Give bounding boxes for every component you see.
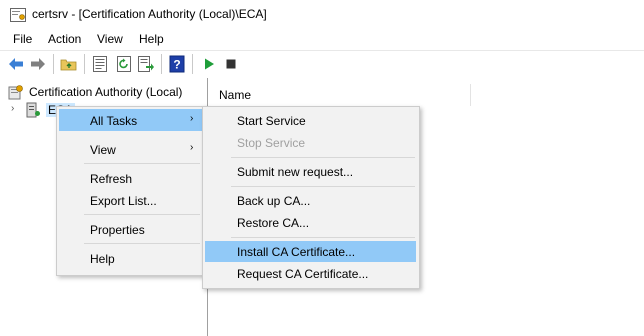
chevron-right-icon[interactable]: ›	[11, 103, 14, 114]
menu-separator	[84, 163, 200, 164]
toolbar-separator	[53, 54, 54, 74]
window-title: certsrv - [Certification Authority (Loca…	[32, 7, 267, 21]
stop-icon[interactable]	[222, 55, 240, 73]
menu-item-help[interactable]: Help	[90, 252, 115, 266]
chevron-right-icon: ›	[190, 142, 194, 153]
toolbar-separator	[84, 54, 85, 74]
back-arrow-icon[interactable]	[7, 55, 25, 73]
menu-item-start-service[interactable]: Start Service	[237, 114, 306, 128]
menu-item-stop-service[interactable]: Stop Service	[237, 136, 305, 150]
menu-help[interactable]: Help	[139, 32, 164, 46]
column-header-name: Name	[219, 88, 252, 102]
menu-separator	[84, 243, 200, 244]
menu-item-view[interactable]: View	[90, 143, 116, 157]
play-icon[interactable]	[200, 55, 218, 73]
menu-item-submit-request[interactable]: Submit new request...	[237, 165, 353, 179]
menu-item-properties[interactable]: Properties	[90, 223, 145, 237]
menu-separator	[231, 237, 415, 238]
menu-action[interactable]: Action	[48, 32, 81, 46]
forward-arrow-icon[interactable]	[29, 55, 47, 73]
properties-icon[interactable]	[91, 55, 109, 73]
menu-separator	[231, 186, 415, 187]
refresh-icon[interactable]	[115, 55, 133, 73]
chevron-right-icon: ›	[190, 113, 194, 124]
menu-item-request-ca-certificate[interactable]: Request CA Certificate...	[237, 267, 368, 281]
export-list-icon[interactable]	[137, 55, 155, 73]
help-icon[interactable]: ?	[168, 55, 186, 73]
menu-item-backup-ca[interactable]: Back up CA...	[237, 194, 310, 208]
menu-item-export-list[interactable]: Export List...	[90, 194, 157, 208]
menu-item-install-ca-certificate[interactable]: Install CA Certificate...	[237, 245, 355, 259]
certificate-authority-icon	[8, 85, 23, 100]
toolbar-separator	[192, 54, 193, 74]
up-folder-icon[interactable]	[60, 55, 78, 73]
certsrv-app-icon	[10, 8, 26, 22]
server-icon	[26, 102, 40, 118]
toolbar-separator	[161, 54, 162, 74]
menu-separator	[231, 157, 415, 158]
menu-separator	[84, 214, 200, 215]
menu-file[interactable]: File	[13, 32, 32, 46]
menu-item-restore-ca[interactable]: Restore CA...	[237, 216, 309, 230]
tree-root-label[interactable]: Certification Authority (Local)	[29, 85, 182, 99]
menu-item-all-tasks[interactable]: All Tasks	[90, 114, 137, 128]
menu-view[interactable]: View	[97, 32, 123, 46]
menu-item-refresh[interactable]: Refresh	[90, 172, 132, 186]
svg-text:?: ?	[173, 58, 180, 72]
context-menu	[56, 106, 206, 276]
